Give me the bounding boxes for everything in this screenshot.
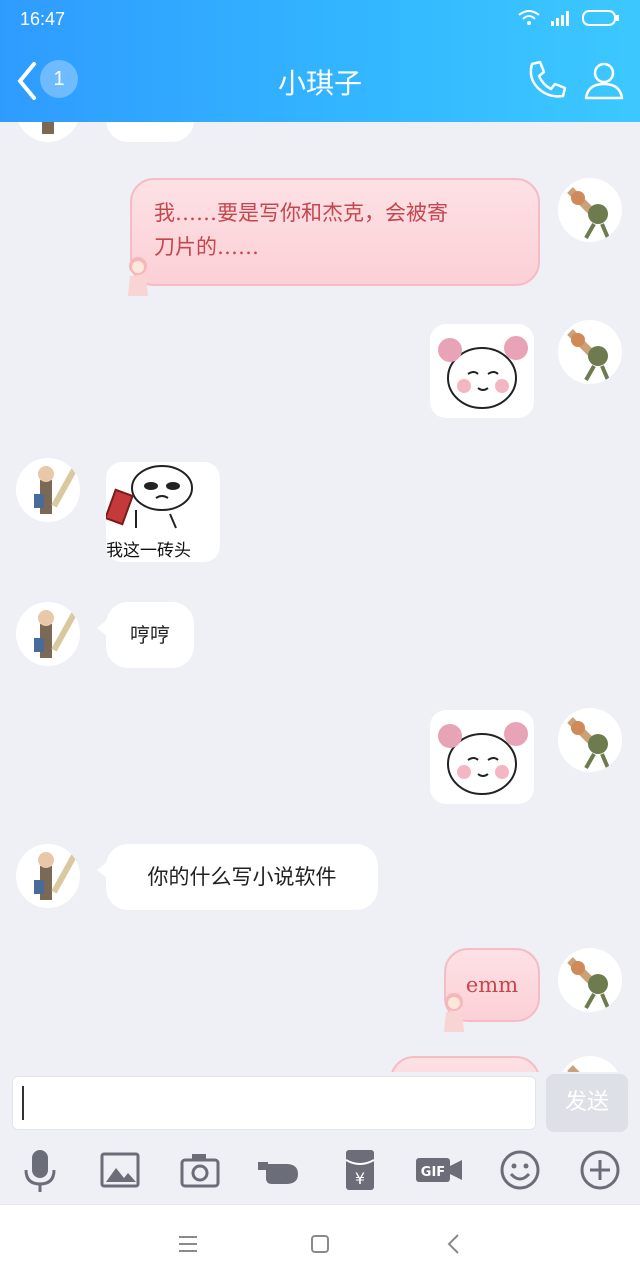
message-text: emm xyxy=(465,973,519,997)
svg-text:¥: ¥ xyxy=(355,1169,365,1188)
blushing-face-sticker[interactable] xyxy=(430,324,534,418)
chat-bubble-partial xyxy=(106,122,194,142)
gif-icon[interactable]: GIF xyxy=(414,1146,466,1194)
home-icon[interactable] xyxy=(303,1227,337,1261)
red-packet-icon[interactable]: ¥ xyxy=(336,1146,384,1194)
battery-icon xyxy=(582,10,619,26)
system-nav-bar xyxy=(0,1204,640,1281)
microphone-icon[interactable] xyxy=(16,1146,64,1194)
toolbar: ¥ GIF xyxy=(0,1146,640,1202)
message-text: 你的什么写小说软件 xyxy=(147,865,337,889)
contact-avatar[interactable] xyxy=(16,602,80,666)
message-text: 哼哼 xyxy=(130,623,170,647)
my-avatar[interactable] xyxy=(558,320,622,384)
wifi-icon xyxy=(518,10,540,25)
back-icon[interactable] xyxy=(437,1227,471,1261)
contact-message-bubble[interactable]: 你的什么写小说软件 xyxy=(97,844,378,910)
emoji-icon[interactable] xyxy=(496,1146,544,1194)
signal-icon xyxy=(551,11,569,26)
contact-avatar[interactable] xyxy=(16,844,80,908)
my-avatar[interactable] xyxy=(558,1056,622,1072)
image-icon[interactable] xyxy=(96,1146,144,1194)
bubble-girl-decoration-icon xyxy=(444,993,464,1032)
camera-icon[interactable] xyxy=(176,1146,224,1194)
input-bar: 发送 ¥ GIF xyxy=(0,1072,640,1202)
plus-icon[interactable] xyxy=(576,1146,624,1194)
chat-area[interactable]: 我……要是写你和杰克，会被寄 刀片的…… 我这一砖头 哼哼 你的什么写小说软件 xyxy=(0,122,640,1072)
contact-message-bubble[interactable]: 哼哼 xyxy=(97,602,194,668)
message-text: 我……要是写你和杰克，会被寄 xyxy=(154,201,448,225)
brick-sticker[interactable]: 我这一砖头 xyxy=(106,462,220,562)
profile-icon[interactable] xyxy=(582,58,626,102)
bubble-girl-decoration-icon xyxy=(128,257,148,296)
phone-icon[interactable] xyxy=(524,58,568,102)
blushing-face-sticker[interactable] xyxy=(430,710,534,804)
my-avatar[interactable] xyxy=(558,708,622,772)
status-icons xyxy=(518,10,620,26)
text-cursor xyxy=(22,1086,24,1120)
chat-header: 16:47 1 小琪子 xyxy=(0,0,640,122)
status-time: 16:47 xyxy=(20,9,66,29)
my-avatar[interactable] xyxy=(558,178,622,242)
message-text: 刀片的…… xyxy=(154,235,259,259)
poke-icon[interactable] xyxy=(256,1146,304,1194)
menu-icon[interactable] xyxy=(171,1227,205,1261)
svg-text:GIF: GIF xyxy=(421,1165,445,1180)
send-button[interactable]: 发送 xyxy=(546,1074,628,1132)
contact-avatar[interactable] xyxy=(16,122,80,142)
message-input[interactable] xyxy=(12,1076,536,1130)
sticker-caption: 我这一砖头 xyxy=(106,541,191,561)
my-message-bubble-partial xyxy=(390,1056,540,1072)
my-avatar[interactable] xyxy=(558,948,622,1012)
contact-avatar[interactable] xyxy=(16,458,80,522)
my-message-bubble[interactable]: 我……要是写你和杰克，会被寄 刀片的…… xyxy=(130,178,540,286)
